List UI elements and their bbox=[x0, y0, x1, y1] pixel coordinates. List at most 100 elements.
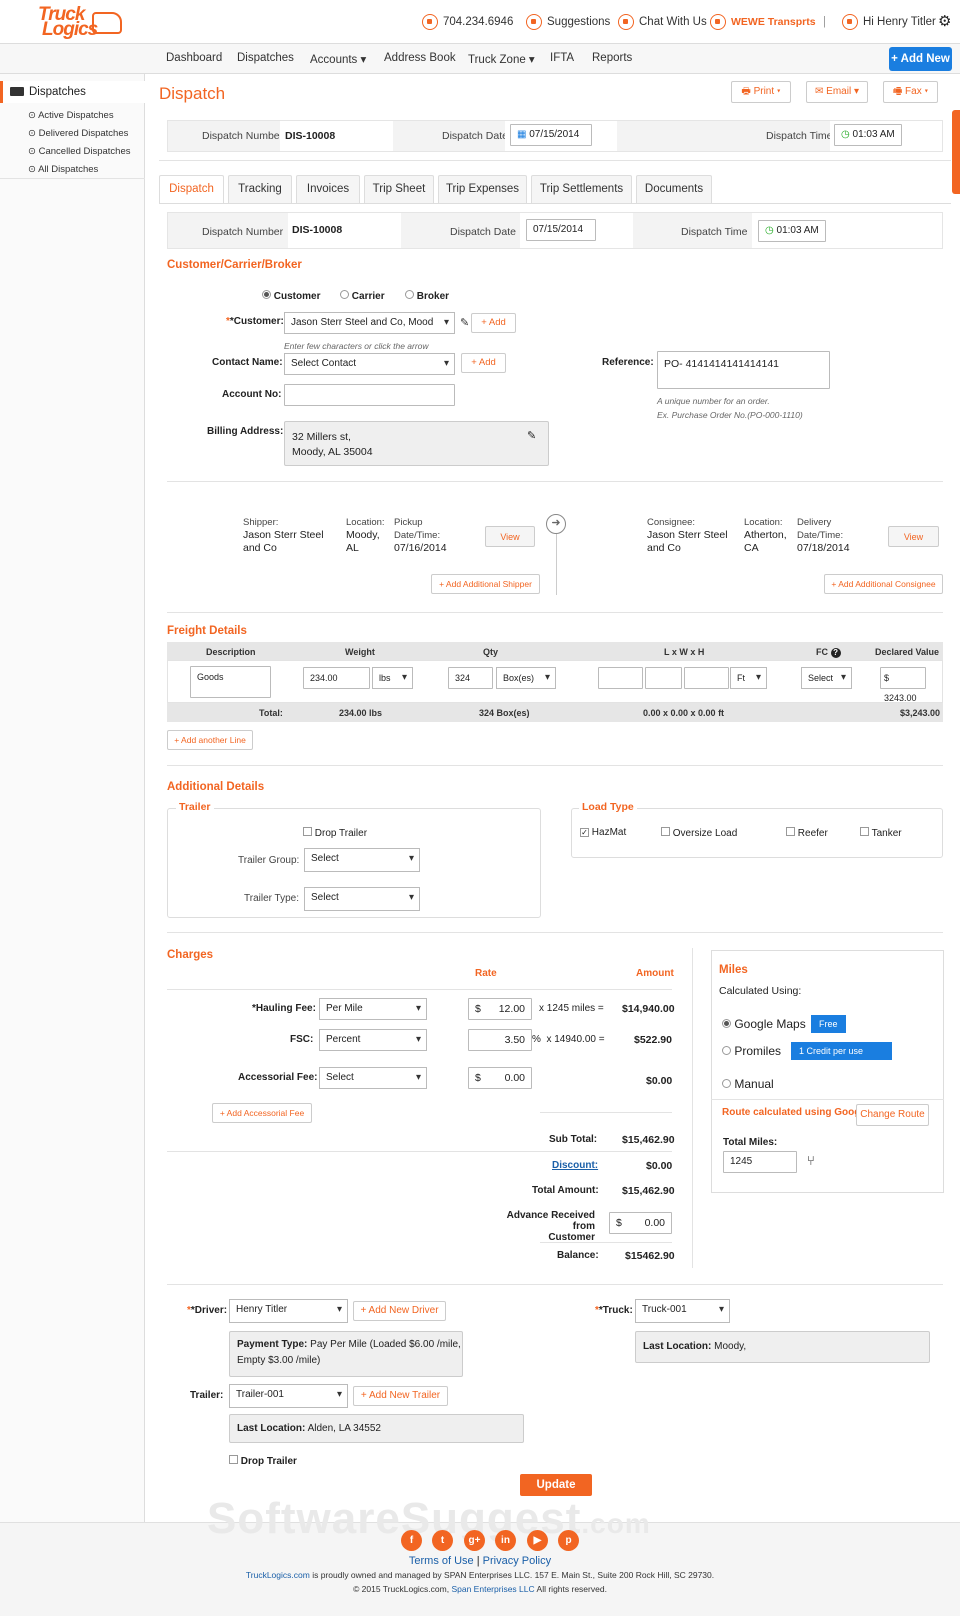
add-trailer-button[interactable]: + Add New Trailer bbox=[353, 1386, 448, 1406]
view-shipper-button[interactable]: View bbox=[485, 526, 535, 547]
advance-input[interactable]: $0.00 bbox=[609, 1212, 672, 1234]
tab-tracking[interactable]: Tracking bbox=[228, 175, 292, 203]
total-miles-input[interactable]: 1245 bbox=[723, 1151, 797, 1173]
sidebar-item-all[interactable]: ⊙ All Dispatches bbox=[28, 164, 98, 175]
add-customer-button[interactable]: + Add bbox=[471, 313, 516, 333]
add-driver-button[interactable]: + Add New Driver bbox=[353, 1301, 446, 1321]
freight-fc-select[interactable]: Select bbox=[801, 667, 852, 689]
freight-qty-input[interactable]: 324 bbox=[448, 667, 493, 689]
linkedin-icon[interactable]: in bbox=[495, 1530, 516, 1551]
trailer-select[interactable]: Trailer-001 bbox=[229, 1384, 348, 1408]
help-icon[interactable]: ? bbox=[830, 648, 841, 658]
freight-length-input[interactable] bbox=[598, 667, 643, 689]
reference-input[interactable]: PO- 4141414141414141 bbox=[657, 351, 830, 389]
google-maps-radio[interactable]: Google Maps bbox=[722, 1017, 806, 1031]
radio-broker[interactable]: Broker bbox=[405, 290, 449, 302]
hauling-type-select[interactable]: Per Mile bbox=[319, 998, 427, 1020]
promiles-radio[interactable]: Promiles bbox=[722, 1044, 781, 1058]
sidebar-item-active[interactable]: ⊙ Active Dispatches bbox=[28, 110, 114, 121]
accessorial-type-select[interactable]: Select bbox=[319, 1067, 427, 1089]
truck-select[interactable]: Truck-001 bbox=[635, 1299, 730, 1323]
driver-select[interactable]: Henry Titler bbox=[229, 1299, 348, 1323]
tab-trip-sheet[interactable]: Trip Sheet bbox=[364, 175, 434, 203]
freight-height-input[interactable] bbox=[684, 667, 729, 689]
tab-trip-expenses[interactable]: Trip Expenses bbox=[438, 175, 527, 203]
trucklogics-link[interactable]: TruckLogics.com bbox=[246, 1570, 310, 1580]
truck-logics-logo[interactable]: Truck Logics bbox=[34, 4, 124, 40]
oversize-checkbox[interactable]: Oversize Load bbox=[661, 827, 737, 839]
contact-select[interactable]: Select Contact bbox=[284, 353, 455, 375]
fsc-type-select[interactable]: Percent bbox=[319, 1029, 427, 1051]
chat-link[interactable]: Chat With Us bbox=[618, 12, 707, 32]
nav-dispatches[interactable]: Dispatches bbox=[237, 52, 294, 64]
nav-truck-zone[interactable]: Truck Zone ▾ bbox=[468, 52, 535, 66]
info-time-field[interactable]: ◷ 01:03 AM bbox=[758, 220, 826, 242]
pinterest-icon[interactable]: p bbox=[558, 1530, 579, 1551]
freight-weight-unit-select[interactable]: lbs bbox=[372, 667, 413, 689]
discount-link[interactable]: Discount: bbox=[552, 1160, 598, 1171]
nav-accounts[interactable]: Accounts ▾ bbox=[310, 52, 366, 66]
trailer-type-select[interactable]: Select bbox=[304, 887, 420, 911]
print-button[interactable]: 🖶 Print ▾ bbox=[731, 81, 791, 103]
add-contact-button[interactable]: + Add bbox=[461, 353, 506, 373]
freight-qty-unit-select[interactable]: Box(es) bbox=[496, 667, 556, 689]
add-accessorial-button[interactable]: + Add Accessorial Fee bbox=[212, 1103, 312, 1123]
route-icon[interactable]: ⑂ bbox=[807, 1153, 815, 1168]
freight-weight-input[interactable]: 234.00 bbox=[303, 667, 370, 689]
add-new-button[interactable]: + Add New bbox=[889, 47, 952, 71]
tab-documents[interactable]: Documents bbox=[636, 175, 712, 203]
nav-dashboard[interactable]: Dashboard bbox=[166, 52, 222, 64]
tab-dispatch[interactable]: Dispatch bbox=[159, 175, 224, 204]
sidebar-item-delivered[interactable]: ⊙ Delivered Dispatches bbox=[28, 128, 128, 139]
summary-time-field[interactable]: ◷ 01:03 AM bbox=[834, 124, 902, 146]
reefer-checkbox[interactable]: Reefer bbox=[786, 827, 828, 839]
nav-address-book[interactable]: Address Book bbox=[384, 52, 456, 64]
gear-icon[interactable]: ⚙ bbox=[938, 12, 951, 30]
freight-declared-input[interactable]: $ 3243.00 bbox=[880, 667, 926, 703]
account-input[interactable] bbox=[284, 384, 455, 406]
hazmat-checkbox[interactable]: ✓ HazMat bbox=[580, 827, 626, 838]
add-line-button[interactable]: + Add another Line bbox=[167, 730, 253, 750]
tab-invoices[interactable]: Invoices bbox=[296, 175, 360, 203]
email-button[interactable]: ✉ Email ▾ bbox=[806, 81, 868, 103]
nav-ifta[interactable]: IFTA bbox=[550, 52, 574, 64]
fsc-rate-input[interactable]: 3.50 bbox=[468, 1029, 532, 1051]
add-consignee-button[interactable]: + Add Additional Consignee bbox=[824, 574, 943, 594]
manual-radio[interactable]: Manual bbox=[722, 1077, 774, 1091]
phone-link[interactable]: 704.234.6946 bbox=[422, 12, 513, 32]
freight-description-input[interactable]: Goods bbox=[190, 666, 271, 698]
view-consignee-button[interactable]: View bbox=[888, 526, 939, 547]
terms-link[interactable]: Terms of Use bbox=[409, 1555, 474, 1567]
feedback-tab[interactable] bbox=[952, 110, 960, 194]
freight-width-input[interactable] bbox=[645, 667, 682, 689]
twitter-icon[interactable]: t bbox=[432, 1530, 453, 1551]
summary-date-field[interactable]: ▦ 07/15/2014 bbox=[510, 124, 592, 146]
user-menu[interactable]: Hi Henry Titler bbox=[842, 12, 936, 32]
span-link[interactable]: Span Enterprises LLC bbox=[451, 1584, 534, 1594]
update-button[interactable]: Update bbox=[520, 1474, 592, 1496]
tab-trip-settlements[interactable]: Trip Settlements bbox=[531, 175, 632, 203]
freight-dim-unit-select[interactable]: Ft bbox=[730, 667, 767, 689]
google-plus-icon[interactable]: g+ bbox=[464, 1530, 485, 1551]
accessorial-rate-input[interactable]: $0.00 bbox=[468, 1067, 532, 1089]
facebook-icon[interactable]: f bbox=[401, 1530, 422, 1551]
pencil-icon[interactable]: ✎ bbox=[460, 316, 469, 329]
suggestions-link[interactable]: Suggestions bbox=[526, 12, 610, 32]
info-date-field[interactable]: 07/15/2014 bbox=[526, 219, 596, 241]
assign-drop-trailer-checkbox[interactable]: Drop Trailer bbox=[229, 1455, 297, 1467]
nav-reports[interactable]: Reports bbox=[592, 52, 632, 64]
radio-carrier[interactable]: Carrier bbox=[340, 290, 385, 302]
drop-trailer-checkbox[interactable]: Drop Trailer bbox=[303, 827, 367, 839]
edit-billing-icon[interactable]: ✎ bbox=[527, 429, 536, 442]
customer-select[interactable]: Jason Sterr Steel and Co, Mood bbox=[284, 312, 455, 334]
hauling-rate-input[interactable]: $12.00 bbox=[468, 998, 532, 1020]
add-shipper-button[interactable]: + Add Additional Shipper bbox=[431, 574, 540, 594]
fax-button[interactable]: 🖷 Fax ▾ bbox=[883, 81, 938, 103]
tanker-checkbox[interactable]: Tanker bbox=[860, 827, 902, 839]
company-link[interactable]: WEWE Transprts bbox=[710, 12, 816, 32]
sidebar-item-cancelled[interactable]: ⊙ Cancelled Dispatches bbox=[28, 146, 131, 157]
privacy-link[interactable]: Privacy Policy bbox=[483, 1555, 551, 1567]
change-route-button[interactable]: Change Route bbox=[856, 1104, 929, 1126]
radio-customer[interactable]: Customer bbox=[262, 290, 320, 302]
trailer-group-select[interactable]: Select bbox=[304, 848, 420, 872]
